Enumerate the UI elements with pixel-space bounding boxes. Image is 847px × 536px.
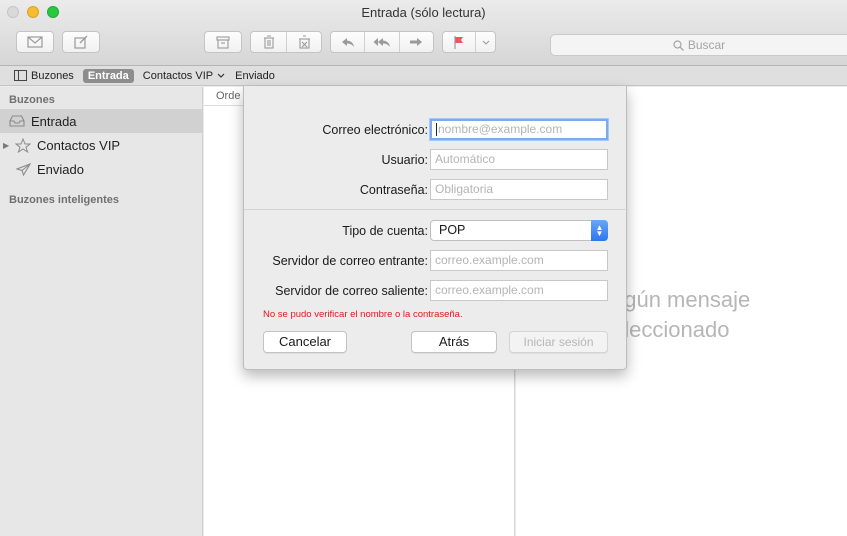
search-icon — [673, 39, 684, 51]
outgoing-server-field[interactable]: correo.example.com — [430, 280, 608, 301]
forward-icon — [410, 37, 423, 46]
no-message-line-1: ngún mensaje — [612, 287, 751, 312]
account-type-popup[interactable]: POP ▲ ▼ — [430, 220, 608, 241]
up-down-arrows-icon: ▲ ▼ — [591, 220, 608, 241]
trash-icon — [263, 35, 274, 49]
email-label: Correo electrónico: — [322, 123, 428, 137]
password-placeholder: Obligatoria — [435, 182, 494, 196]
cancel-button[interactable]: Cancelar — [263, 331, 347, 353]
sidebar-item-sent[interactable]: Enviado — [0, 157, 202, 181]
favorites-bar: Buzones Entrada Contactos VIP Enviado — [0, 66, 847, 86]
fav-vip-label: Contactos VIP — [142, 69, 214, 82]
chevron-down-icon — [217, 73, 225, 78]
reply-forward-group — [330, 31, 434, 53]
flag-menu-button[interactable] — [475, 32, 495, 52]
delete-button[interactable] — [251, 32, 286, 52]
incoming-server-label: Servidor de correo entrante: — [272, 254, 428, 268]
window-title: Entrada (sólo lectura) — [361, 5, 486, 20]
outgoing-server-row: Servidor de correo saliente: correo.exam… — [244, 280, 628, 302]
inbox-tray-icon — [7, 115, 27, 127]
sidebar-item-label: Enviado — [37, 161, 84, 177]
user-label: Usuario: — [381, 153, 428, 167]
reply-all-icon — [373, 37, 390, 47]
add-account-sheet: Correo electrónico: nombre@example.com U… — [243, 86, 628, 370]
junk-icon — [298, 35, 310, 49]
incoming-server-field[interactable]: correo.example.com — [430, 250, 608, 271]
reply-all-button[interactable] — [364, 32, 398, 52]
account-type-label: Tipo de cuenta: — [342, 224, 428, 238]
search-input[interactable]: Buscar — [550, 34, 847, 56]
new-message-button[interactable] — [62, 31, 100, 53]
chevron-down-icon — [482, 40, 490, 45]
password-label: Contraseña: — [359, 183, 428, 197]
email-field[interactable]: nombre@example.com — [430, 119, 608, 140]
fav-inbox-button[interactable]: Entrada — [82, 68, 134, 83]
title-bar: Entrada (sólo lectura) Buscar — [0, 0, 847, 66]
text-caret — [436, 123, 437, 137]
flag-button[interactable] — [443, 32, 475, 52]
reply-button[interactable] — [331, 32, 364, 52]
email-placeholder: nombre@example.com — [438, 122, 563, 136]
sign-in-button[interactable]: Iniciar sesión — [509, 331, 608, 353]
flag-group — [442, 31, 496, 53]
paper-plane-icon — [13, 162, 33, 176]
fav-vip-button[interactable]: Contactos VIP — [143, 70, 225, 82]
disclosure-triangle-icon[interactable]: ▶ — [3, 141, 13, 150]
compose-mail-icon — [27, 36, 43, 48]
reply-icon — [341, 37, 354, 47]
fav-inbox-label: Entrada — [87, 69, 129, 82]
user-field[interactable]: Automático — [430, 149, 608, 170]
sidebar-item-label: Entrada — [31, 113, 77, 129]
fav-mailboxes-label: Buzones — [31, 69, 74, 82]
flag-icon — [454, 35, 464, 49]
new-note-icon — [74, 35, 88, 49]
fav-sent-button[interactable]: Enviado — [235, 70, 275, 82]
archive-button[interactable] — [204, 31, 242, 53]
password-row: Contraseña: Obligatoria — [244, 179, 628, 201]
account-type-row: Tipo de cuenta: POP ▲ ▼ — [244, 220, 628, 242]
sidebar-item-inbox[interactable]: Entrada — [0, 109, 202, 133]
sidebar-header: Buzones — [9, 94, 55, 106]
no-message-line-2: eleccionado — [612, 317, 730, 342]
archive-icon — [216, 35, 230, 49]
incoming-server-row: Servidor de correo entrante: correo.exam… — [244, 250, 628, 272]
outgoing-server-placeholder: correo.example.com — [435, 283, 544, 297]
sidebar-toggle-icon — [14, 70, 27, 81]
fav-mailboxes-button[interactable]: Buzones — [14, 70, 74, 82]
user-placeholder: Automático — [435, 152, 496, 166]
back-button[interactable]: Atrás — [411, 331, 497, 353]
delete-junk-group — [250, 31, 322, 53]
section-divider — [244, 209, 628, 210]
email-row: Correo electrónico: nombre@example.com — [244, 119, 628, 141]
error-message: No se pudo verificar el nombre o la cont… — [263, 309, 463, 320]
outgoing-server-label: Servidor de correo saliente: — [275, 284, 428, 298]
forward-button[interactable] — [398, 32, 433, 52]
sidebar-item-label: Contactos VIP — [37, 137, 121, 153]
incoming-server-placeholder: correo.example.com — [435, 253, 544, 267]
junk-button[interactable] — [286, 32, 321, 52]
sidebar-item-vip[interactable]: ▶ Contactos VIP — [0, 133, 202, 157]
password-field[interactable]: Obligatoria — [430, 179, 608, 200]
fav-sent-label: Enviado — [235, 69, 275, 82]
get-mail-button[interactable] — [16, 31, 54, 53]
user-row: Usuario: Automático — [244, 149, 628, 171]
mailbox-sidebar: Buzones Entrada ▶ Contactos VIP Enviado … — [0, 87, 203, 536]
smart-mailboxes-header[interactable]: Buzones inteligentes — [0, 187, 202, 209]
star-icon — [13, 137, 33, 153]
search-placeholder: Buscar — [687, 38, 726, 52]
account-type-value: POP — [439, 223, 466, 237]
no-message-placeholder: ngún mensaje eleccionado — [612, 285, 847, 345]
